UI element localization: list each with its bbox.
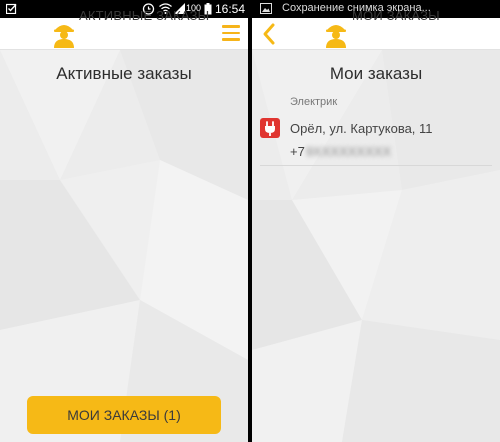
worker-logo-icon: [326, 25, 346, 48]
order-category: Электрик: [290, 96, 338, 108]
order-phone-hidden: 9XXXXXXXXX: [305, 144, 392, 159]
page-title: Активные заказы: [56, 64, 192, 83]
order-address: Орёл, ул. Картукова, 11: [290, 121, 433, 136]
status-time: 16:54: [215, 2, 246, 16]
divider: [260, 165, 492, 166]
my-orders-button[interactable]: МОИ ЗАКАЗЫ (1): [27, 396, 221, 434]
app-bar-title: МОИ ЗАКАЗЫ: [352, 8, 440, 23]
checkbox-notification-icon: [6, 3, 17, 14]
active-orders-screen: 100 16:54 АКТИВНЫЕ ЗАКАЗЫ Активные заказ…: [0, 0, 248, 442]
worker-logo-icon: [54, 25, 74, 48]
order-phone: +79XXXXXXXXX: [290, 144, 391, 159]
page-title: Мои заказы: [329, 64, 423, 83]
order-phone-prefix: +7: [290, 144, 305, 159]
my-orders-screen: Сохранение снимка экрана... МОИ ЗАКАЗЫ М…: [252, 0, 500, 442]
app-bar-title: АКТИВНЫЕ ЗАКАЗЫ: [79, 8, 210, 23]
electric-plug-icon: [260, 118, 280, 138]
hamburger-menu-icon[interactable]: [222, 25, 240, 41]
chevron-left-icon[interactable]: [260, 22, 278, 46]
image-notification-icon: [260, 3, 272, 14]
